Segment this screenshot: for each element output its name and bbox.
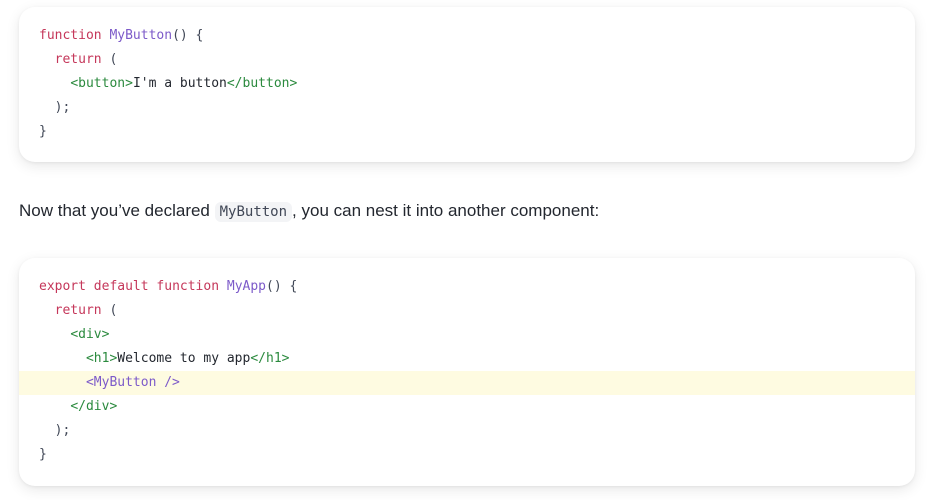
code-token-tag: </h1> [250, 351, 290, 366]
code-line: <div> [19, 323, 915, 347]
code-token-punc: () { [266, 279, 298, 294]
code-token-kw: function [39, 28, 102, 43]
code-line: return ( [19, 299, 915, 323]
code-line: function MyButton() { [19, 24, 915, 48]
code-token-tag: </button> [226, 76, 298, 91]
code-token-kw: export [39, 279, 86, 294]
code-line: return ( [19, 48, 915, 72]
code-token-punc: ); [39, 423, 71, 438]
code-block-mybutton: function MyButton() { return ( <button>I… [19, 7, 915, 162]
code-line: ); [19, 419, 915, 443]
code-token-kw: return [54, 303, 102, 318]
code-line: } [19, 443, 915, 467]
code-line: <button>I'm a button</button> [19, 72, 915, 96]
code-token-tag: </div> [70, 399, 118, 414]
code-line: } [19, 120, 915, 144]
code-block-myapp: export default function MyApp() { return… [19, 258, 915, 486]
code-token-plain: Welcome to my app [117, 351, 251, 366]
code-token-punc: ( [101, 52, 118, 67]
code-token-punc: () { [172, 28, 204, 43]
paragraph-nest-component: Now that you’ve declared MyButton, you c… [19, 197, 915, 226]
prose-text-after: , you can nest it into another component… [292, 201, 600, 220]
code-token-punc: ( [101, 303, 118, 318]
code-token-fn: MyButton [109, 28, 173, 43]
code-token-plain: I'm a button [132, 76, 227, 91]
inline-code-mybutton: MyButton [214, 202, 293, 222]
code-token-punc: ); [39, 100, 71, 115]
code-line-highlighted: <MyButton /> [19, 371, 915, 395]
code-token-tag: <button> [70, 76, 133, 91]
code-token-punc: } [39, 124, 47, 139]
code-line: export default function MyApp() { [19, 275, 915, 299]
code-line: <h1>Welcome to my app</h1> [19, 347, 915, 371]
code-line: ); [19, 96, 915, 120]
code-token-punc: } [39, 447, 47, 462]
code-token-fn: <MyButton /> [85, 375, 180, 390]
prose-text-before: Now that you’ve declared [19, 201, 215, 220]
code-line: </div> [19, 395, 915, 419]
code-token-kw: return [54, 52, 102, 67]
code-token-tag: <div> [70, 327, 110, 342]
code-token-tag: <h1> [85, 351, 118, 366]
code-token-kw: function [156, 279, 220, 294]
code-token-kw: default [93, 279, 149, 294]
code-token-fn: MyApp [226, 279, 267, 294]
